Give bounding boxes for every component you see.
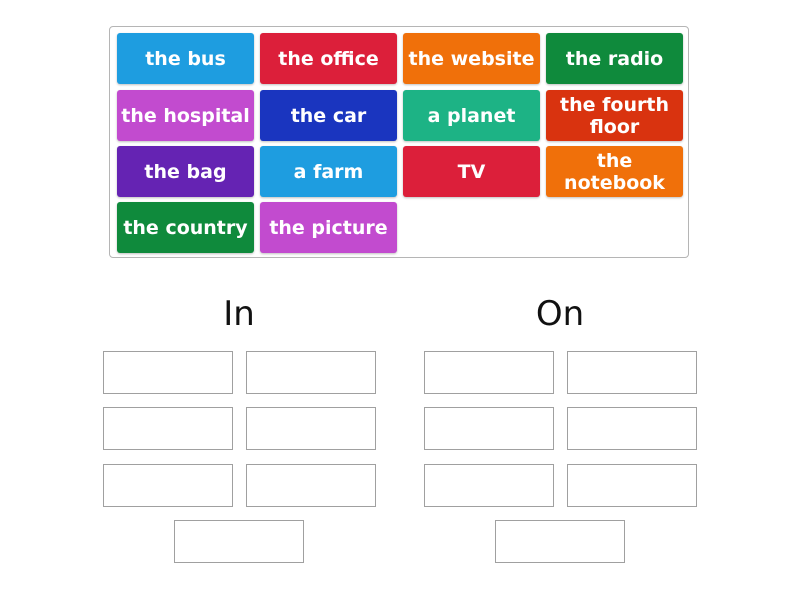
word-tile[interactable]: the notebook — [546, 146, 683, 197]
word-tile[interactable]: the picture — [260, 202, 397, 253]
group-title-on: On — [535, 294, 585, 334]
drop-slot-on[interactable] — [567, 464, 697, 507]
word-tile[interactable]: the website — [403, 33, 540, 84]
drop-slot-in[interactable] — [246, 407, 376, 450]
tile-label: the website — [408, 47, 535, 70]
tile-label: the office — [278, 47, 379, 70]
word-tile[interactable]: the bus — [117, 33, 254, 84]
drop-slot-on[interactable] — [424, 351, 554, 394]
drop-slot-on[interactable] — [495, 520, 625, 563]
word-tile[interactable]: a farm — [260, 146, 397, 197]
drop-slot-on[interactable] — [424, 464, 554, 507]
tile-label: TV — [457, 160, 486, 183]
tile-label: the picture — [269, 216, 388, 239]
tile-label: a planet — [427, 104, 516, 127]
tile-label: the car — [290, 104, 367, 127]
tile-label: the bus — [145, 47, 226, 70]
word-tile[interactable]: the radio — [546, 33, 683, 84]
drop-slot-in[interactable] — [103, 464, 233, 507]
group-title-in: In — [223, 294, 255, 334]
word-tile-pool: the bus the office the website the radio… — [109, 26, 689, 258]
drop-slot-in[interactable] — [103, 407, 233, 450]
word-tile[interactable]: the fourth floor — [546, 90, 683, 141]
drop-slot-in[interactable] — [246, 351, 376, 394]
word-tile[interactable]: the office — [260, 33, 397, 84]
drop-slot-in[interactable] — [174, 520, 304, 563]
tile-label: the radio — [565, 47, 664, 70]
word-tile[interactable]: TV — [403, 146, 540, 197]
tile-label: the fourth floor — [560, 93, 669, 138]
drop-slot-on[interactable] — [424, 407, 554, 450]
tile-label: the bag — [144, 160, 227, 183]
drop-slot-on[interactable] — [567, 407, 697, 450]
tile-label: a farm — [293, 160, 364, 183]
word-tile[interactable]: the car — [260, 90, 397, 141]
drop-slot-in[interactable] — [103, 351, 233, 394]
word-tile[interactable]: the country — [117, 202, 254, 253]
word-tile[interactable]: the bag — [117, 146, 254, 197]
drop-slot-in[interactable] — [246, 464, 376, 507]
tile-label: the notebook — [564, 149, 665, 194]
tile-label: the country — [123, 216, 248, 239]
word-tile[interactable]: a planet — [403, 90, 540, 141]
drop-slot-on[interactable] — [567, 351, 697, 394]
word-tile[interactable]: the hospital — [117, 90, 254, 141]
tile-label: the hospital — [121, 104, 250, 127]
